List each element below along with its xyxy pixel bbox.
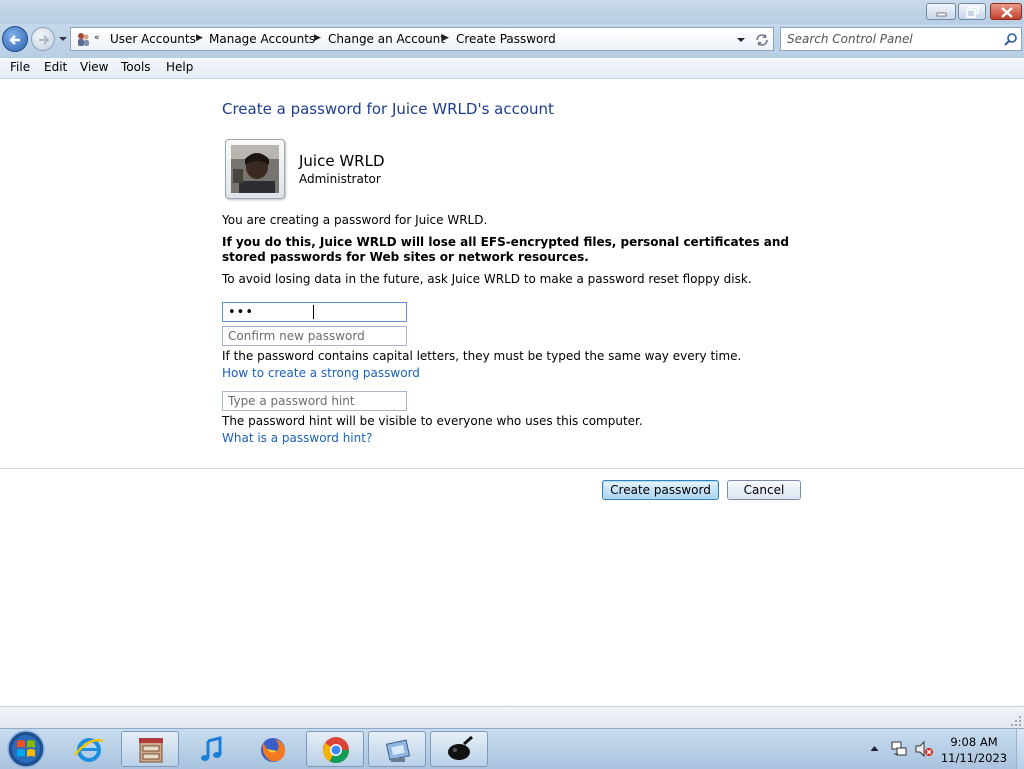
page-title: Create a password for Juice WRLD's accou… (222, 100, 554, 118)
minimize-button[interactable] (926, 3, 956, 20)
user-picture (231, 145, 279, 193)
taskbar-control-panel[interactable] (368, 731, 426, 767)
firefox-icon (261, 738, 285, 762)
menu-tools[interactable]: Tools (121, 60, 151, 74)
itunes-icon (201, 736, 222, 761)
user-role: Administrator (299, 172, 381, 186)
refresh-icon[interactable] (754, 32, 770, 48)
search-box[interactable] (780, 27, 1022, 51)
warning-text: If you do this, Juice WRLD will lose all… (222, 235, 789, 264)
breadcrumb-create-password[interactable]: Create Password (456, 32, 556, 46)
menu-bar: File Edit View Tools Help (0, 58, 1024, 79)
restore-icon (966, 6, 979, 18)
close-icon (1001, 7, 1013, 18)
recent-pages-dropdown-icon[interactable] (58, 36, 68, 42)
taskbar-chrome[interactable] (306, 731, 364, 767)
clock-date: 11/11/2023 (940, 751, 1008, 765)
breadcrumb-user-accounts[interactable]: User Accounts (110, 32, 196, 46)
taskbar-itunes[interactable] (183, 731, 241, 767)
caps-note: If the password contains capital letters… (222, 349, 742, 363)
window-title-bar[interactable] (0, 0, 1024, 24)
status-bar (0, 706, 1024, 729)
password-hint-field[interactable] (222, 391, 407, 411)
avatar (225, 139, 285, 199)
breadcrumb-separator-icon[interactable]: ▶ (196, 33, 203, 43)
back-arrow-icon (9, 35, 20, 45)
clock-time: 9:08 AM (950, 735, 998, 749)
menu-edit[interactable]: Edit (44, 60, 67, 74)
file-cabinet-icon (139, 738, 163, 763)
taskbar: 9:08 AM 11/11/2023 (0, 728, 1024, 769)
content-pane: Create a password for Juice WRLD's accou… (0, 79, 1024, 706)
user-photo-icon (231, 145, 279, 193)
taskbar-ie[interactable] (60, 731, 118, 767)
menu-view[interactable]: View (80, 60, 108, 74)
back-button[interactable] (2, 26, 28, 52)
address-bar[interactable]: « User Accounts ▶ Manage Accounts ▶ Chan… (70, 27, 774, 51)
breadcrumb-overflow-icon[interactable]: « (94, 33, 100, 43)
minimize-icon (936, 12, 947, 17)
close-button[interactable] (990, 3, 1022, 20)
start-button[interactable] (5, 730, 45, 768)
control-panel-icon (385, 739, 411, 762)
menu-help[interactable]: Help (166, 60, 193, 74)
strong-password-link[interactable]: How to create a strong password (222, 366, 420, 380)
volume-muted-icon[interactable] (914, 740, 934, 758)
search-icon[interactable] (1004, 32, 1018, 46)
cancel-button[interactable]: Cancel (727, 480, 801, 500)
breadcrumb-separator-icon[interactable]: ▶ (314, 33, 321, 43)
address-dropdown-icon[interactable] (736, 37, 746, 43)
taskbar-file-cabinet[interactable] (121, 731, 179, 767)
show-desktop-button[interactable] (1016, 729, 1024, 769)
create-password-button[interactable]: Create password (602, 480, 719, 500)
menu-file[interactable]: File (10, 60, 30, 74)
password-hint-help-link[interactable]: What is a password hint? (222, 431, 372, 445)
confirm-password-field[interactable] (222, 326, 407, 346)
mouse-cursor (313, 305, 314, 319)
resize-grip-icon[interactable] (1010, 715, 1022, 727)
user-name: Juice WRLD (299, 152, 385, 170)
show-hidden-icons-icon[interactable] (870, 745, 879, 752)
taskbar-firefox[interactable] (244, 731, 302, 767)
divider (0, 468, 1024, 469)
chrome-icon (322, 737, 350, 764)
internet-explorer-icon (74, 738, 104, 762)
search-input[interactable] (787, 31, 992, 47)
forward-arrow-icon (39, 35, 50, 45)
taskbar-app[interactable] (430, 731, 488, 767)
user-accounts-icon (78, 33, 89, 46)
restore-button[interactable] (958, 3, 986, 20)
info-text: You are creating a password for Juice WR… (222, 213, 488, 227)
clock[interactable]: 9:08 AM 11/11/2023 (934, 734, 1014, 766)
network-icon[interactable] (890, 740, 908, 758)
breadcrumb-change-account[interactable]: Change an Account (328, 32, 445, 46)
breadcrumb-manage-accounts[interactable]: Manage Accounts (209, 32, 315, 46)
hint-note: The password hint will be visible to eve… (222, 414, 643, 428)
app-icon (448, 735, 473, 760)
breadcrumb-separator-icon[interactable]: ▶ (442, 33, 449, 43)
navigation-bar: « User Accounts ▶ Manage Accounts ▶ Chan… (0, 24, 1024, 58)
forward-button[interactable] (31, 27, 55, 51)
new-password-field[interactable] (222, 302, 407, 322)
advice-text: To avoid losing data in the future, ask … (222, 272, 752, 286)
